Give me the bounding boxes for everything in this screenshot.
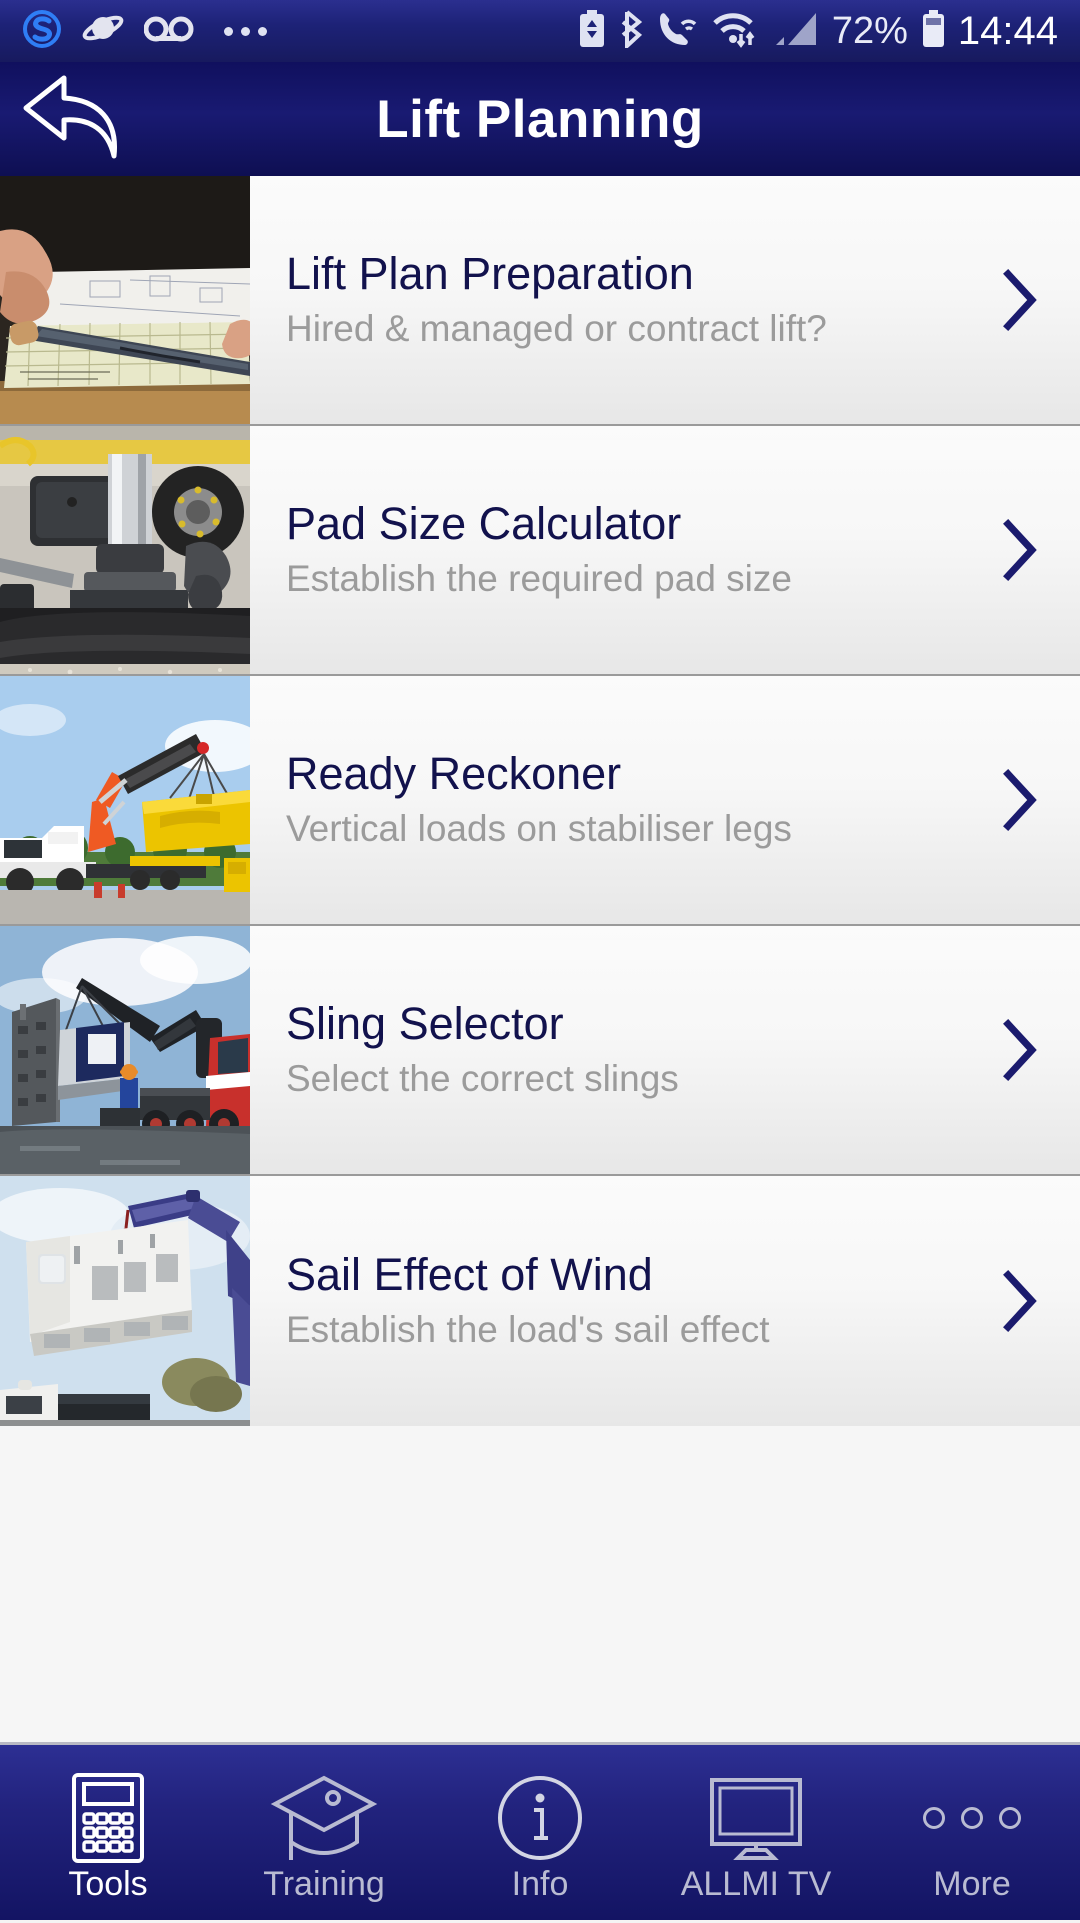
- list-item-title: Ready Reckoner: [286, 748, 622, 800]
- list-item[interactable]: Lift Plan Preparation Hired & managed or…: [0, 176, 1080, 426]
- wifi-calling-icon: [656, 10, 700, 53]
- tab-more[interactable]: More: [864, 1745, 1080, 1923]
- list-item[interactable]: Pad Size Calculator Establish the requir…: [0, 426, 1080, 676]
- list-item-text: Pad Size Calculator Establish the requir…: [250, 426, 960, 674]
- menu-list[interactable]: Lift Plan Preparation Hired & managed or…: [0, 176, 1080, 1742]
- monitor-icon: [706, 1775, 806, 1861]
- graduation-cap-icon: [269, 1775, 379, 1861]
- chevron-right-icon[interactable]: [960, 676, 1080, 924]
- lift-plan-drawing-thumbnail: [0, 176, 250, 424]
- voicemail-icon: [143, 14, 194, 49]
- calculator-icon: [71, 1773, 145, 1863]
- chevron-right-icon[interactable]: [960, 176, 1080, 424]
- list-item-subtitle: Vertical loads on stabiliser legs: [286, 807, 792, 849]
- samsung-internet-icon: [82, 9, 124, 54]
- list-item-title: Sling Selector: [286, 998, 564, 1050]
- signal-bars-icon: [774, 10, 820, 53]
- more-notifications-icon: [224, 26, 267, 36]
- list-item[interactable]: Ready Reckoner Vertical loads on stabili…: [0, 676, 1080, 926]
- bottom-tab-bar[interactable]: Tools Training Info ALLMI TV More: [0, 1742, 1080, 1920]
- back-arrow-icon: [20, 74, 130, 165]
- battery-percent-label: 72%: [831, 10, 908, 52]
- tab-label: ALLMI TV: [680, 1865, 832, 1903]
- list-item-text: Sail Effect of Wind Establish the load's…: [250, 1176, 960, 1426]
- back-button[interactable]: [0, 62, 150, 176]
- skype-app-icon: [22, 9, 62, 54]
- list-item-text: Lift Plan Preparation Hired & managed or…: [250, 176, 960, 424]
- tab-info[interactable]: Info: [432, 1745, 648, 1923]
- list-item-subtitle: Select the correct slings: [286, 1057, 679, 1099]
- battery-saver-icon: [578, 9, 606, 53]
- list-item-text: Sling Selector Select the correct slings: [250, 926, 960, 1174]
- tab-allmi-tv[interactable]: ALLMI TV: [648, 1745, 864, 1923]
- list-item-subtitle: Hired & managed or contract lift?: [286, 307, 827, 349]
- bluetooth-icon: [618, 9, 644, 53]
- info-circle-icon: [496, 1775, 584, 1861]
- chevron-right-icon[interactable]: [960, 1176, 1080, 1426]
- list-item-title: Sail Effect of Wind: [286, 1249, 653, 1301]
- tab-label: Tools: [68, 1865, 148, 1903]
- blue-crane-generator-thumbnail: [0, 1176, 250, 1426]
- stabiliser-pad-thumbnail: [0, 426, 250, 674]
- list-item-text: Ready Reckoner Vertical loads on stabili…: [250, 676, 960, 924]
- chevron-right-icon[interactable]: [960, 426, 1080, 674]
- clock-label: 14:44: [957, 9, 1058, 53]
- status-bar-right-icons: 72% 14:44: [578, 9, 1058, 53]
- status-bar: 72% 14:44: [0, 0, 1080, 62]
- three-dots-icon: [923, 1775, 1021, 1861]
- tab-label: Training: [263, 1865, 385, 1903]
- chevron-right-icon[interactable]: [960, 926, 1080, 1174]
- tab-tools[interactable]: Tools: [0, 1745, 216, 1923]
- list-item-title: Lift Plan Preparation: [286, 248, 694, 300]
- tab-training[interactable]: Training: [216, 1745, 432, 1923]
- list-item[interactable]: Sail Effect of Wind Establish the load's…: [0, 1176, 1080, 1426]
- red-crane-cabin-lift-thumbnail: [0, 926, 250, 1174]
- wifi-data-icon: [712, 10, 762, 53]
- tab-label: More: [933, 1865, 1011, 1903]
- orange-crane-yellow-beam-thumbnail: [0, 676, 250, 924]
- list-item[interactable]: Sling Selector Select the correct slings: [0, 926, 1080, 1176]
- status-bar-left-icons: [22, 9, 267, 54]
- list-item-subtitle: Establish the required pad size: [286, 557, 792, 599]
- tab-label: Info: [511, 1865, 569, 1903]
- app-header: Lift Planning: [0, 62, 1080, 176]
- page-title: Lift Planning: [376, 89, 704, 149]
- list-item-subtitle: Establish the load's sail effect: [286, 1308, 770, 1350]
- list-item-title: Pad Size Calculator: [286, 498, 682, 550]
- battery-icon: [920, 9, 946, 53]
